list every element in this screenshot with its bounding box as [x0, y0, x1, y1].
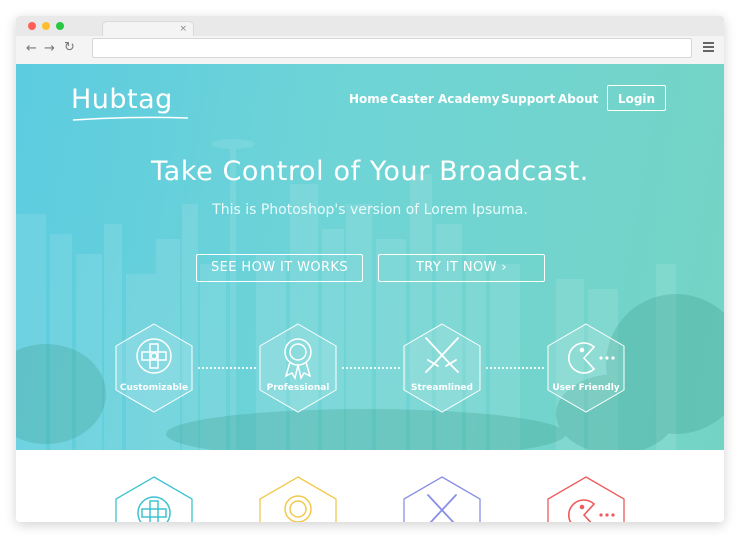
page-viewport: Hubtag Home Caster Academy Support About…	[16, 64, 724, 522]
feature-label-professional: Professional	[266, 383, 330, 393]
browser-window: × ← → ↻ Hubtag Home Caster Academy Suppo…	[16, 16, 724, 522]
reload-icon[interactable]: ↻	[64, 40, 75, 56]
login-button[interactable]: Login	[607, 85, 666, 111]
pacman-icon	[547, 323, 625, 413]
forward-icon[interactable]: →	[44, 41, 55, 57]
nav-item-academy[interactable]: Academy	[438, 92, 500, 106]
logo-underline-swoosh	[73, 116, 188, 121]
nav-item-support[interactable]: Support	[501, 92, 555, 106]
crossed-swords-icon	[403, 323, 481, 413]
hero-section: Hubtag Home Caster Academy Support About…	[16, 64, 724, 450]
feature-customizable[interactable]: Customizable	[114, 322, 194, 414]
hero-subheadline: This is Photoshop's version of Lorem Ips…	[212, 202, 528, 218]
feature-label-user-friendly: User Friendly	[552, 383, 620, 393]
award-ribbon-icon	[259, 323, 337, 413]
tab-close-icon[interactable]: ×	[179, 22, 187, 36]
feature-professional[interactable]: Professional	[258, 322, 338, 414]
address-bar[interactable]	[92, 38, 692, 58]
nav-item-caster[interactable]: Caster	[390, 92, 434, 106]
back-icon[interactable]: ←	[26, 41, 37, 57]
features-section	[16, 450, 724, 522]
browser-toolbar: ← → ↻	[16, 36, 724, 65]
see-how-it-works-button[interactable]: SEE HOW IT WORKS	[196, 254, 363, 282]
pacman-icon	[547, 476, 625, 522]
crossed-swords-icon	[403, 476, 481, 522]
feature-label-customizable: Customizable	[119, 383, 189, 393]
hubtag-logo[interactable]: Hubtag	[71, 84, 173, 116]
feature-label-streamlined: Streamlined	[411, 383, 473, 393]
try-it-now-button[interactable]: TRY IT NOW ›	[378, 254, 545, 282]
browser-tab[interactable]: ×	[102, 21, 194, 37]
feature-connector	[486, 367, 544, 369]
feature-connector	[198, 367, 256, 369]
gamepad-icon	[115, 323, 193, 413]
gamepad-icon	[115, 476, 193, 522]
hamburger-menu-icon[interactable]	[703, 42, 714, 54]
feature-streamlined[interactable]: Streamlined	[402, 322, 482, 414]
hero-headline: Take Control of Your Broadcast.	[151, 156, 589, 187]
browser-titlebar: ×	[16, 16, 724, 37]
maximize-window-icon[interactable]	[56, 22, 64, 30]
close-window-icon[interactable]	[28, 22, 36, 30]
feature-user-friendly[interactable]: User Friendly	[546, 322, 626, 414]
nav-item-about[interactable]: About	[558, 92, 598, 106]
nav-item-home[interactable]: Home	[349, 92, 388, 106]
feature-connector	[342, 367, 400, 369]
award-ribbon-icon	[259, 476, 337, 522]
minimize-window-icon[interactable]	[42, 22, 50, 30]
